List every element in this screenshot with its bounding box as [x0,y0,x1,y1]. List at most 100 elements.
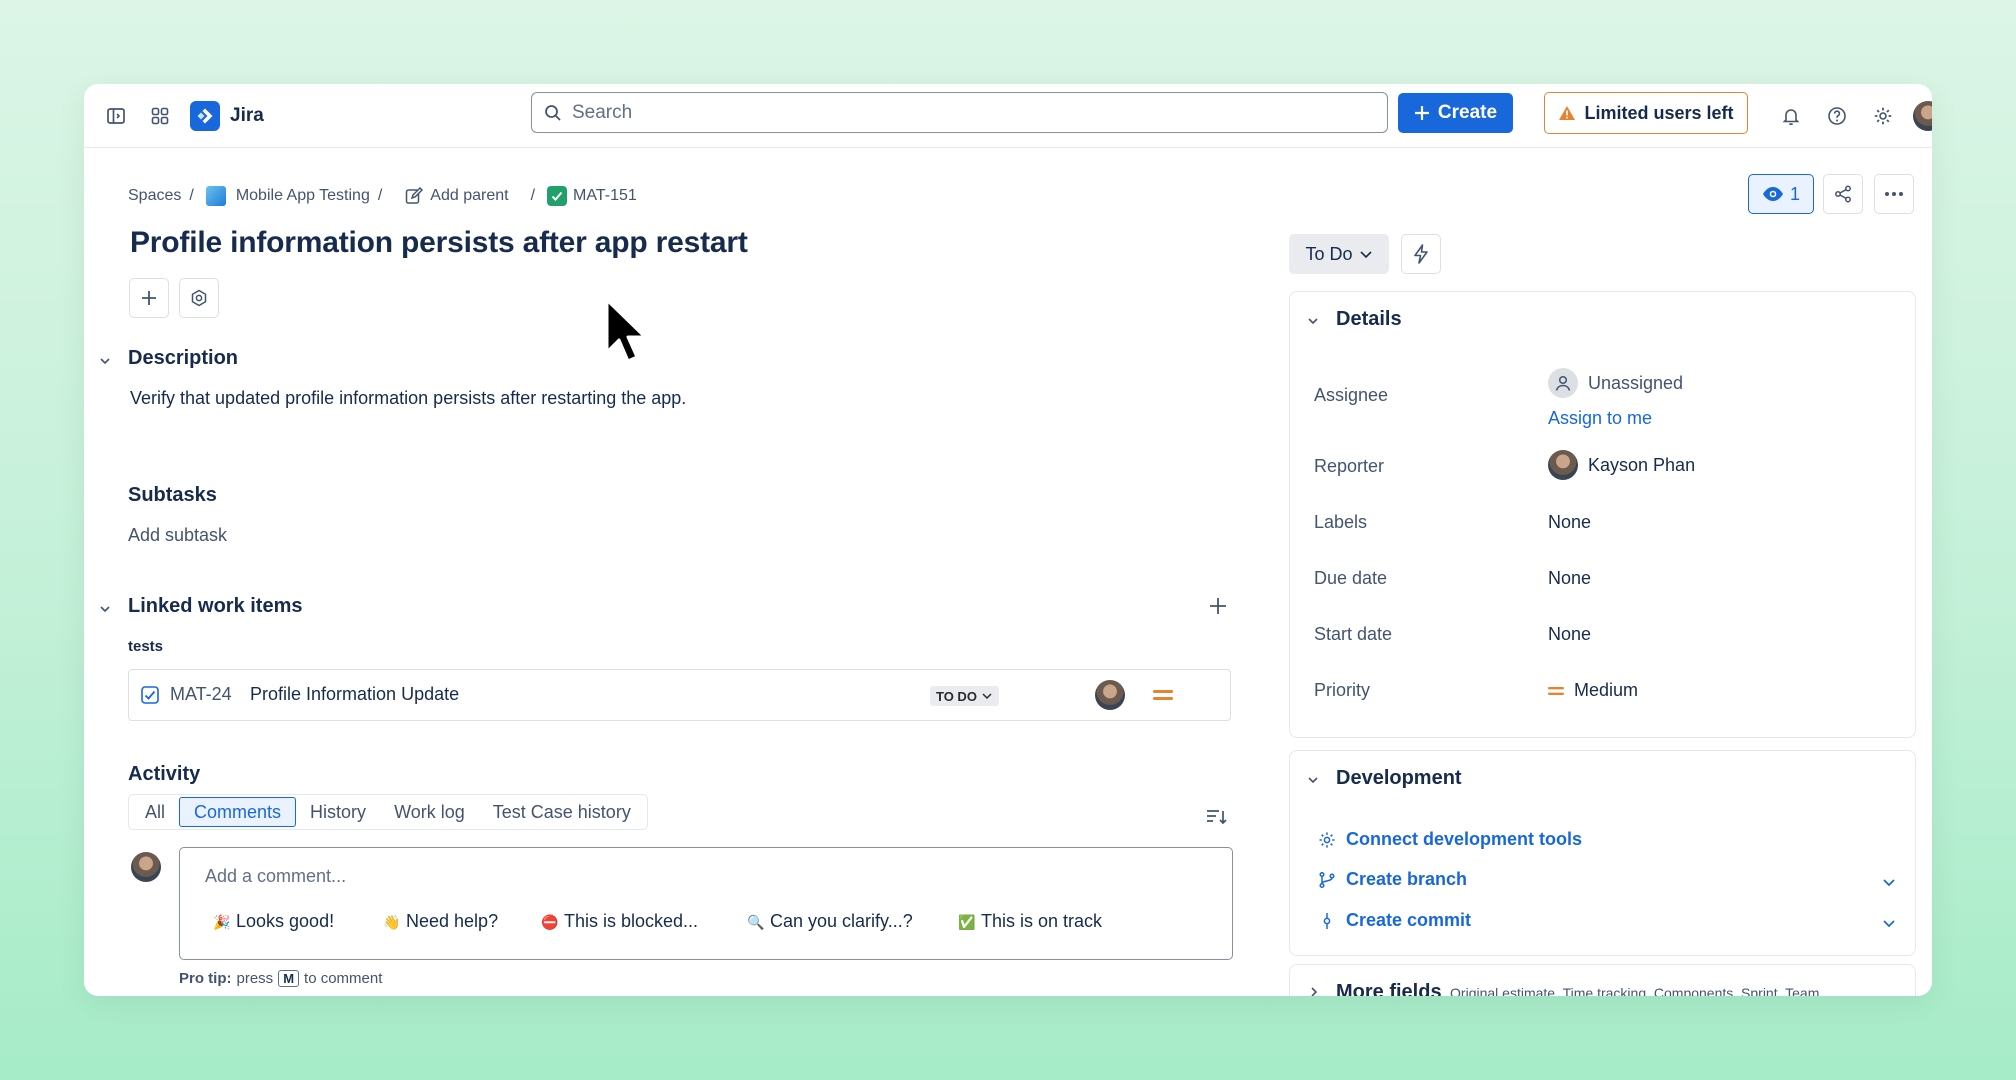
app-name: Jira [230,105,264,126]
hexagon-gear-icon [191,289,207,307]
expand-more-fields-chevron-icon[interactable] [1308,985,1320,996]
assign-to-me-link[interactable]: Assign to me [1548,408,1652,429]
start-date-value[interactable]: None [1548,624,1591,645]
jira-window: Jira Create Limited users left [84,84,1932,996]
priority-medium-icon [1548,686,1564,695]
breadcrumb-project[interactable]: Mobile App Testing [236,187,370,205]
create-branch-link[interactable]: Create branch [1318,869,1467,890]
issue-type-icon [547,186,568,206]
share-button[interactable] [1823,174,1863,214]
watch-button[interactable]: 1 [1748,174,1814,214]
priority-field[interactable]: Medium [1548,680,1638,701]
linked-work-items-heading: Linked work items [128,595,303,617]
sort-order-icon[interactable] [1206,808,1228,826]
add-parent-link[interactable]: Add parent [430,187,508,205]
user-avatar[interactable] [1913,101,1932,131]
assignee-label: Assignee [1314,385,1389,405]
linked-item-key[interactable]: MAT-24 [170,684,232,705]
details-panel: Details Assignee Unassigned Assign to me… [1289,291,1916,738]
pro-tip: Pro tip: press M to comment [179,970,382,987]
gear-icon [1319,832,1335,847]
collapse-details-chevron-icon[interactable] [1306,314,1320,328]
add-linked-item-plus-icon[interactable] [1208,596,1228,616]
create-branch-label: Create branch [1346,869,1468,889]
jira-home-link[interactable]: Jira [190,101,264,131]
notifications-bell-icon[interactable] [1773,98,1809,134]
breadcrumb-issue-key[interactable]: MAT-151 [573,187,637,205]
apps-button[interactable] [179,278,219,318]
comment-editor[interactable]: Add a comment... 🎉 Looks good! 👋 Need he… [179,847,1233,960]
no-entry-icon: ⛔ [541,913,559,930]
linked-item-status-dropdown[interactable]: TO DO [930,686,999,706]
expand-commit-chevron-icon[interactable] [1882,918,1896,928]
linked-item-assignee-avatar[interactable] [1095,680,1125,710]
sidebar-toggle-icon[interactable] [98,98,134,134]
assignee-field[interactable]: Unassigned [1548,368,1683,398]
breadcrumb-spaces[interactable]: Spaces [128,187,181,205]
eye-icon [1762,187,1783,201]
collapse-linked-chevron-icon[interactable] [98,602,112,616]
issue-title[interactable]: Profile information persists after app r… [130,226,748,260]
subtasks-heading: Subtasks [128,484,217,506]
quick-reply-label: Need help? [406,911,499,931]
branch-icon [1319,871,1335,888]
search-input[interactable] [572,101,1352,124]
unassigned-user-icon [1548,368,1578,398]
settings-gear-icon[interactable] [1865,98,1901,134]
create-commit-label: Create commit [1346,910,1472,930]
expand-branch-chevron-icon[interactable] [1882,877,1896,887]
collapse-development-chevron-icon[interactable] [1306,773,1320,787]
tab-history[interactable]: History [296,797,380,827]
app-switcher-icon[interactable] [142,98,178,134]
more-fields-panel[interactable]: More fields Original estimate, Time trac… [1289,964,1916,996]
pro-tip-rest: to comment [304,970,383,987]
jira-logo-icon [190,101,220,131]
linked-item-row[interactable]: MAT-24 Profile Information Update TO DO [128,669,1231,721]
chevron-down-icon [982,693,992,700]
quick-reply-blocked[interactable]: ⛔ This is blocked... [541,911,698,932]
details-heading: Details [1336,308,1402,330]
connect-dev-tools-link[interactable]: Connect development tools [1318,829,1582,850]
quick-reply-clarify[interactable]: 🔍 Can you clarify...? [747,911,912,932]
description-heading: Description [128,347,239,369]
automation-button[interactable] [1401,234,1441,274]
connect-dev-tools-label: Connect development tools [1346,829,1583,849]
plus-icon [142,291,156,305]
help-icon[interactable] [1819,98,1855,134]
link-relation-label: tests [128,638,164,655]
add-content-button[interactable] [129,278,169,318]
comment-placeholder[interactable]: Add a comment... [205,866,346,887]
tab-comments[interactable]: Comments [179,797,297,827]
create-label: Create [1437,102,1498,123]
add-subtask-link[interactable]: Add subtask [128,525,227,546]
labels-value[interactable]: None [1548,512,1591,533]
status-dropdown[interactable]: To Do [1289,234,1389,274]
quick-reply-label: Looks good! [236,911,335,931]
search-icon [545,104,561,121]
warning-icon [1559,106,1576,120]
reporter-field[interactable]: Kayson Phan [1548,450,1695,480]
waving-hand-icon: 👋 [383,913,401,930]
tab-work-log[interactable]: Work log [380,797,479,827]
quick-reply-on-track[interactable]: ✅ This is on track [958,911,1102,932]
more-fields-summary: Original estimate, Time tracking, Compon… [1450,985,1820,996]
due-date-label: Due date [1314,568,1388,588]
search-field[interactable] [531,92,1388,133]
create-button[interactable]: Create [1398,93,1513,133]
collapse-description-chevron-icon[interactable] [98,354,112,368]
quick-reply-label: This is on track [981,911,1103,931]
quick-reply-need-help[interactable]: 👋 Need help? [383,911,498,932]
current-user-avatar [131,852,161,882]
tab-test-case-history[interactable]: Test Case history [479,797,645,827]
tab-all[interactable]: All [131,797,179,827]
due-date-value[interactable]: None [1548,568,1591,589]
linked-item-summary[interactable]: Profile Information Update [250,684,459,705]
create-commit-link[interactable]: Create commit [1318,910,1471,931]
reporter-label: Reporter [1314,456,1385,476]
quick-reply-looks-good[interactable]: 🎉 Looks good! [213,911,334,932]
mouse-cursor-icon [605,298,647,363]
limited-users-button[interactable]: Limited users left [1544,92,1748,134]
more-actions-button[interactable] [1874,174,1914,214]
more-fields-heading: More fields [1336,981,1442,996]
description-text[interactable]: Verify that updated profile information … [130,388,686,409]
